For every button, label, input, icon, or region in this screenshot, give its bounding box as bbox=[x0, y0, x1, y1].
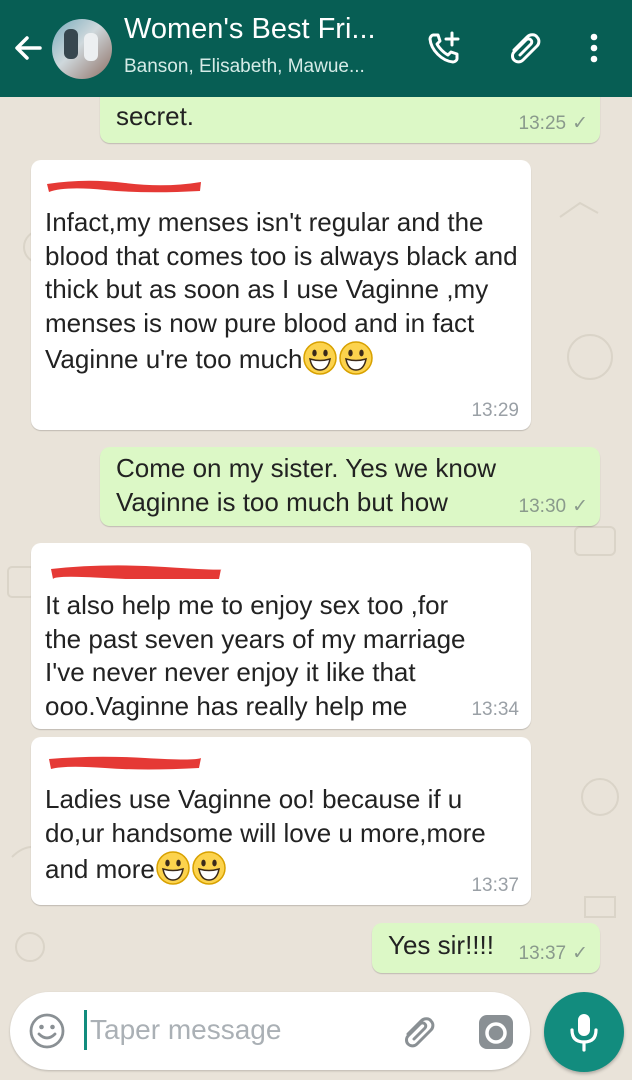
message-text: Infact,my menses isn't regular and the b… bbox=[45, 207, 518, 374]
message-bubble-incoming[interactable]: Ladies use Vaginne oo! because if u do,u… bbox=[31, 737, 531, 905]
microphone-icon bbox=[570, 1014, 598, 1052]
attach-icon[interactable] bbox=[504, 28, 544, 68]
redacted-sender-name bbox=[51, 565, 222, 579]
emoji-icon[interactable] bbox=[28, 1012, 66, 1050]
message-bubble-outgoing[interactable]: Yes sir!!!! 13:37 ✓ bbox=[372, 923, 600, 973]
back-arrow-icon[interactable] bbox=[10, 30, 46, 66]
sent-check-icon: ✓ bbox=[572, 113, 588, 134]
redacted-sender-name bbox=[49, 756, 201, 770]
chat-participants[interactable]: Banson, Elisabeth, Mawue... bbox=[124, 56, 365, 78]
message-time: 13:34 bbox=[471, 699, 519, 720]
message-text: secret. bbox=[116, 101, 195, 131]
message-text: Yes sir!!!! bbox=[388, 930, 494, 960]
more-options-icon[interactable] bbox=[574, 28, 614, 68]
grinning-face-emoji-icon bbox=[339, 341, 374, 375]
message-input[interactable]: Taper message bbox=[90, 1014, 281, 1046]
message-list[interactable]: secret. 13:25 ✓ Infact,my menses isn't re… bbox=[0, 97, 632, 985]
message-bubble-outgoing[interactable]: secret. 13:25 ✓ bbox=[100, 97, 600, 143]
message-text: Come on my sister. Yes we know Vaginne i… bbox=[116, 453, 497, 517]
message-composer: Taper message bbox=[10, 992, 530, 1070]
message-time: 13:37 ✓ bbox=[518, 943, 588, 964]
chat-title[interactable]: Women's Best Fri... bbox=[124, 13, 376, 46]
message-bubble-outgoing[interactable]: Come on my sister. Yes we know Vaginne i… bbox=[100, 447, 600, 526]
message-bubble-incoming[interactable]: Infact,my menses isn't regular and the b… bbox=[31, 160, 531, 430]
group-avatar[interactable] bbox=[52, 19, 112, 79]
sent-check-icon: ✓ bbox=[572, 496, 588, 517]
sent-check-icon: ✓ bbox=[572, 943, 588, 964]
message-time: 13:30 ✓ bbox=[518, 496, 588, 517]
text-cursor bbox=[84, 1010, 87, 1050]
redacted-sender-name bbox=[47, 180, 201, 193]
message-time: 13:25 ✓ bbox=[518, 113, 588, 134]
message-text: Ladies use Vaginne oo! because if u do,u… bbox=[45, 784, 486, 884]
attach-file-icon[interactable] bbox=[398, 1012, 438, 1052]
message-text: It also help me to enjoy sex too ,for th… bbox=[45, 590, 466, 721]
grinning-face-emoji-icon bbox=[303, 341, 338, 375]
grinning-face-emoji-icon bbox=[192, 851, 226, 885]
grinning-face-emoji-icon bbox=[156, 851, 190, 885]
message-bubble-incoming[interactable]: It also help me to enjoy sex too ,for th… bbox=[31, 543, 531, 729]
voice-message-button[interactable] bbox=[544, 992, 624, 1072]
chat-header: Women's Best Fri... Banson, Elisabeth, M… bbox=[0, 0, 632, 97]
add-call-icon[interactable] bbox=[424, 28, 464, 68]
message-time: 13:29 bbox=[471, 400, 519, 421]
message-time: 13:37 bbox=[471, 875, 519, 896]
camera-icon[interactable] bbox=[476, 1012, 516, 1052]
